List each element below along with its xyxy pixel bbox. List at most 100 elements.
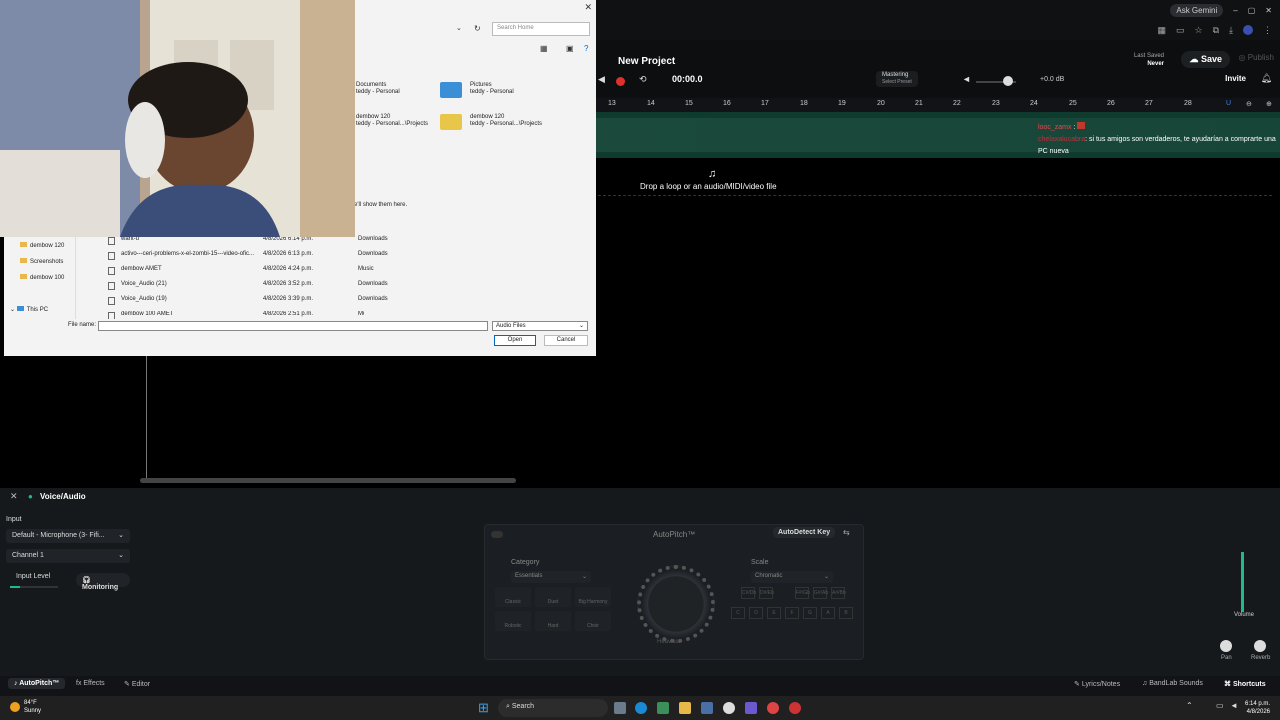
network-icon[interactable]: ▭	[1216, 701, 1224, 710]
channel-select[interactable]: Channel 1 ⌄	[6, 549, 130, 563]
file-row[interactable]: Voice_Audio (19) 4/8/2026 3:39 p.m. Downlo…	[104, 296, 388, 310]
app-icon[interactable]	[723, 702, 735, 714]
scale-key[interactable]: F	[785, 607, 799, 619]
close-window-icon[interactable]: ✕	[1265, 6, 1272, 15]
tab-effects[interactable]: fx Effects	[76, 680, 105, 687]
filetype-select[interactable]: Audio Files ⌄	[492, 321, 588, 331]
weather-widget[interactable]: 84°F Sunny	[24, 699, 41, 715]
magnet-icon[interactable]: U	[1226, 100, 1231, 107]
download-icon[interactable]: ⤓	[1229, 25, 1233, 36]
profile-avatar-icon[interactable]	[1243, 25, 1253, 35]
settings-sliders-icon[interactable]: ⇆	[843, 528, 850, 537]
filename-input[interactable]	[98, 321, 488, 331]
volume-fader[interactable]	[1236, 542, 1250, 612]
menu-kebab-icon[interactable]: ⋮	[1263, 25, 1272, 36]
file-row[interactable]: want-u 4/8/2026 6:14 p.m. Downloads	[104, 236, 388, 250]
playhead[interactable]	[146, 356, 147, 482]
file-explorer-icon[interactable]	[679, 702, 691, 714]
task-view-icon[interactable]	[614, 702, 626, 714]
volume-icon[interactable]: ◄	[1230, 701, 1238, 710]
bookmark-star-icon[interactable]: ☆	[1195, 25, 1203, 36]
zoom-in-icon[interactable]: ⊕	[1266, 100, 1272, 108]
scale-key[interactable]: A#/Bb	[831, 587, 846, 599]
scale-key[interactable]: G#/Ab	[813, 587, 828, 599]
scale-key[interactable]: E	[767, 607, 781, 619]
speaker-mute-icon[interactable]: ◄	[962, 74, 971, 84]
scale-key[interactable]: A	[821, 607, 835, 619]
close-panel-icon[interactable]: ✕	[10, 491, 18, 502]
file-row[interactable]: dembow 100 AMET 4/8/2026 2:51 p.m. Music	[104, 311, 364, 319]
quick-access-documents[interactable]: Documents teddy - Personal	[356, 82, 400, 96]
dialog-search-input[interactable]: Search Home	[492, 22, 590, 36]
ask-gemini-button[interactable]: Ask Gemini	[1170, 3, 1224, 17]
preview-pane-icon[interactable]: ▣	[566, 44, 574, 53]
reverb-knob[interactable]	[1254, 640, 1266, 652]
edge-icon[interactable]	[635, 702, 647, 714]
cancel-button[interactable]: Cancel	[544, 335, 588, 346]
discord-icon[interactable]	[745, 702, 757, 714]
save-button[interactable]: ☁ Save	[1181, 51, 1230, 68]
mastering-button[interactable]: Mastering Select Preset	[876, 71, 918, 87]
taskbar-clock[interactable]: 6:14 p.m. 4/8/2026	[1245, 700, 1270, 716]
record-button[interactable]	[616, 77, 625, 86]
file-row[interactable]: dembow AMET 4/8/2026 4:24 p.m. Music	[104, 266, 374, 280]
scale-key[interactable]: C#/Db	[741, 587, 756, 599]
extension-icon[interactable]: ▦	[1157, 25, 1166, 36]
preset-pad[interactable]: Choir	[575, 611, 611, 631]
refresh-icon[interactable]: ↻	[474, 24, 481, 33]
help-icon[interactable]: ?	[584, 44, 588, 53]
maximize-icon[interactable]: ▢	[1248, 6, 1256, 15]
nav-item-screenshots[interactable]: Screenshots	[20, 258, 63, 265]
rewind-icon[interactable]: ◀	[598, 74, 605, 85]
preset-pad[interactable]: Robotic	[495, 611, 531, 631]
copilot-icon[interactable]	[657, 702, 669, 714]
open-button[interactable]: Open	[494, 335, 536, 346]
preset-pad[interactable]: Duet	[535, 587, 571, 607]
scale-key[interactable]: F#/Gb	[795, 587, 810, 599]
master-volume-handle[interactable]	[1003, 76, 1013, 86]
scale-key[interactable]: B	[839, 607, 853, 619]
horizontal-scrollbar[interactable]	[140, 478, 516, 483]
scale-key[interactable]: D	[749, 607, 763, 619]
preset-pad[interactable]: Hard	[535, 611, 571, 631]
windows-start-icon[interactable]: ⊞	[478, 700, 489, 716]
invite-button[interactable]: Invite	[1225, 74, 1246, 83]
obs-icon[interactable]	[789, 702, 801, 714]
autodetect-key-button[interactable]: AutoDetect Key	[773, 527, 836, 538]
tab-lyrics-notes[interactable]: ✎ Lyrics/Notes	[1074, 680, 1120, 688]
tab-autopitch[interactable]: ♪ AutoPitch™	[8, 678, 66, 689]
chrome-icon[interactable]	[767, 702, 779, 714]
recent-dembow-120[interactable]: dembow 120 teddy - Personal...\Projects	[356, 114, 428, 128]
scale-key[interactable]: C	[731, 607, 745, 619]
dialog-close-icon[interactable]: ✕	[584, 2, 592, 13]
extensions-puzzle-icon[interactable]: ⧉	[1213, 25, 1219, 36]
publish-button[interactable]: ◎ Publish	[1239, 53, 1274, 62]
pan-knob[interactable]	[1220, 640, 1232, 652]
scale-key[interactable]: D#/Eb	[759, 587, 774, 599]
recent-dembow-120-b[interactable]: dembow 120 teddy - Personal...\Projects	[440, 114, 542, 130]
view-options-icon[interactable]: ▦	[540, 44, 548, 53]
nav-item-dembow-120[interactable]: dembow 120	[20, 242, 64, 249]
file-row[interactable]: activo---ceri-problems-x-el-zombi-15---v…	[104, 251, 388, 265]
monitoring-button[interactable]: 🎧︎ Monitoring	[76, 573, 130, 591]
tab-bandlab-sounds[interactable]: ♫ BandLab Sounds	[1142, 680, 1203, 687]
tab-shortcuts[interactable]: ⌘ Shortcuts	[1224, 680, 1266, 688]
nav-item-this-pc[interactable]: ⌄ This PC	[10, 306, 48, 313]
file-row[interactable]: Voice_Audio (21) 4/8/2026 3:52 p.m. Downlo…	[104, 281, 388, 295]
preset-pad[interactable]: Classic	[495, 587, 531, 607]
tray-chevron-icon[interactable]: ⌃	[1186, 701, 1193, 710]
taskbar-search[interactable]: ⌕ Search	[498, 699, 608, 717]
bell-icon[interactable]: 🔔︎	[1261, 73, 1272, 84]
project-title[interactable]: New Project	[618, 56, 675, 67]
zoom-out-icon[interactable]: ⊖	[1246, 100, 1252, 108]
quick-access-pictures[interactable]: Pictures teddy - Personal	[440, 82, 514, 98]
store-icon[interactable]	[701, 702, 713, 714]
heaviness-knob[interactable]	[637, 565, 715, 643]
loop-icon[interactable]: ⟲	[639, 74, 647, 85]
nav-item-dembow-100[interactable]: dembow 100	[20, 274, 64, 281]
path-dropdown-icon[interactable]: ⌄	[456, 24, 462, 32]
input-device-select[interactable]: Default - Microphone (3- Fifi... ⌄	[6, 529, 130, 543]
preset-pad[interactable]: Big Harmony	[575, 587, 611, 607]
timeline-ruler[interactable]: 13 14 15 16 17 18 19 20 21 22 23 24 25 2…	[596, 98, 1280, 112]
drop-zone[interactable]: ♫ Drop a loop or an audio/MIDI/video fil…	[598, 160, 1272, 196]
